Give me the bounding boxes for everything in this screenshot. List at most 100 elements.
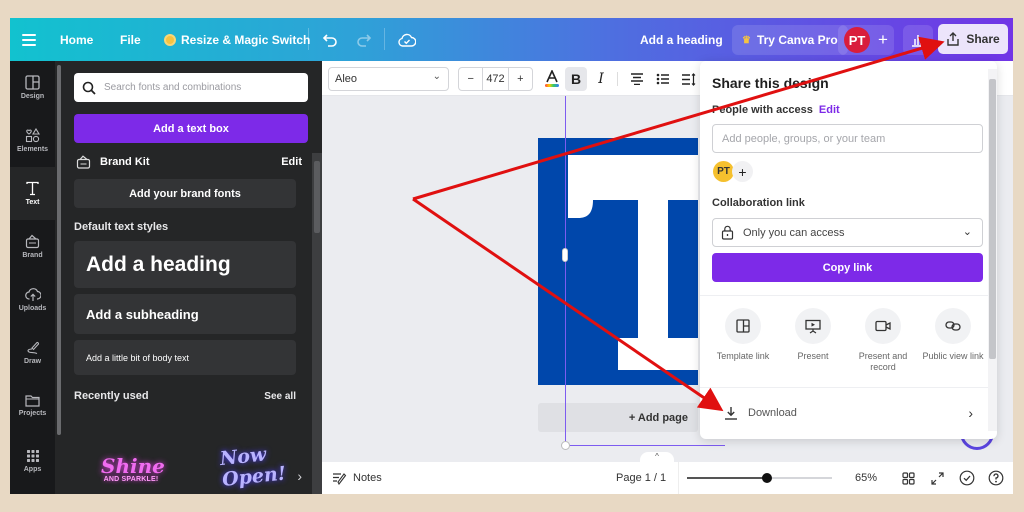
lock-icon	[721, 225, 734, 240]
fullscreen-icon[interactable]	[928, 469, 946, 487]
template-link-option[interactable]: Template link	[708, 308, 778, 362]
help-icon[interactable]	[987, 469, 1005, 487]
cloud-saved-icon[interactable]	[398, 18, 416, 61]
present-and-record-option[interactable]: Present and record	[848, 308, 918, 373]
add-heading-button[interactable]: Add a heading	[74, 241, 296, 288]
share-design-popover: Share this design People with access Edit…	[700, 61, 997, 439]
brand-icon	[25, 234, 40, 249]
align-center-icon[interactable]	[626, 67, 648, 91]
design-page[interactable]	[538, 138, 698, 385]
line-spacing-icon[interactable]	[677, 67, 699, 91]
font-family-value: Aleo	[335, 73, 358, 85]
page-indicator[interactable]: Page 1 / 1	[616, 462, 666, 494]
zoom-slider[interactable]	[687, 473, 832, 483]
insights-icon[interactable]	[903, 25, 933, 55]
add-collaborator-icon[interactable]: +	[878, 30, 888, 50]
font-size-input[interactable]: 472	[482, 68, 509, 90]
recent-font-shine[interactable]: Shine AND SPARKLE!	[101, 456, 165, 483]
copy-link-button[interactable]: Copy link	[712, 253, 983, 282]
resize-button[interactable]: Resize & Magic Switch	[164, 18, 310, 61]
file-menu-button[interactable]: File	[120, 18, 141, 61]
user-avatar[interactable]: PT	[844, 27, 870, 53]
rail-item-projects[interactable]: Projects	[10, 379, 55, 432]
rail-item-uploads[interactable]: Uploads	[10, 273, 55, 326]
search-icon	[82, 81, 96, 95]
divider	[700, 295, 997, 296]
edit-access-link[interactable]: Edit	[819, 104, 840, 116]
rail-item-draw[interactable]: Draw	[10, 326, 55, 379]
resize-handle[interactable]	[562, 248, 568, 262]
link-access-value: Only you can access	[743, 226, 845, 239]
italic-button[interactable]: I	[590, 67, 612, 91]
add-text-box-button[interactable]: Add a text box	[74, 114, 308, 143]
font-search-input[interactable]	[104, 82, 294, 93]
rail-label: Text	[25, 199, 40, 206]
try-pro-label: Try Canva Pro	[756, 33, 838, 47]
zoom-level[interactable]: 65%	[855, 462, 877, 494]
rail-item-brand[interactable]: Brand	[10, 220, 55, 273]
see-all-link[interactable]: See all	[264, 391, 296, 402]
font-family-select[interactable]: Aleo ⌄	[328, 67, 449, 91]
undo-icon[interactable]	[322, 18, 338, 61]
download-button[interactable]: Download ›	[712, 397, 983, 429]
font-search-field[interactable]	[74, 73, 308, 102]
owner-avatar[interactable]: PT	[713, 161, 734, 182]
rail-item-apps[interactable]: Apps	[10, 434, 55, 487]
decrease-font-size-button[interactable]: −	[459, 73, 482, 85]
download-icon	[725, 407, 737, 420]
menu-icon[interactable]	[22, 18, 36, 61]
brand-kit-edit-link[interactable]: Edit	[281, 156, 302, 168]
recent-font-now-open[interactable]: Now Open!	[219, 443, 287, 491]
add-brand-fonts-button[interactable]: Add your brand fonts	[74, 179, 296, 208]
bold-button[interactable]: B	[565, 67, 587, 91]
folder-icon	[25, 395, 40, 407]
selection-border	[565, 96, 566, 445]
rail-label: Uploads	[18, 305, 47, 312]
share-panel-scrollbar[interactable]	[988, 69, 997, 431]
canva-editor-window: Home File Resize & Magic Switch Add a he…	[10, 18, 1013, 494]
add-body-text-button[interactable]: Add a little bit of body text	[74, 340, 296, 375]
add-people-input[interactable]	[712, 124, 983, 153]
crown-icon	[164, 33, 176, 46]
share-button[interactable]: Share	[938, 24, 1008, 54]
rail-item-text[interactable]: Text	[10, 167, 55, 220]
present-option[interactable]: Present	[778, 308, 848, 362]
chevron-right-icon: ›	[968, 405, 973, 421]
public-view-link-option[interactable]: Public view link	[918, 308, 988, 362]
link-access-select[interactable]: Only you can access ⌄	[712, 218, 983, 247]
redo-icon[interactable]	[356, 18, 372, 61]
corner-handle[interactable]	[561, 441, 570, 450]
collaboration-link-label: Collaboration link	[712, 197, 805, 209]
rail-item-elements[interactable]: Elements	[10, 114, 55, 167]
font-size-stepper: − 472 +	[458, 67, 533, 91]
notes-icon	[333, 472, 347, 485]
panel-left-scrollbar[interactable]	[57, 65, 61, 435]
divider	[617, 72, 618, 86]
show-pages-button[interactable]: ^	[640, 452, 674, 462]
top-bar: Home File Resize & Magic Switch Add a he…	[10, 18, 1013, 61]
default-styles-label: Default text styles	[74, 221, 169, 233]
try-canva-pro-button[interactable]: ♛ Try Canva Pro	[732, 25, 848, 55]
text-panel: Add a text box Brand Kit Edit Add your b…	[55, 61, 322, 494]
home-button[interactable]: Home	[60, 18, 93, 61]
chevron-right-icon[interactable]: ›	[297, 468, 302, 484]
increase-font-size-button[interactable]: +	[509, 73, 532, 85]
list-icon[interactable]	[652, 67, 674, 91]
panel-right-scrollbar[interactable]	[312, 153, 322, 494]
rail-label: Elements	[16, 146, 49, 153]
zoom-slider-fill	[687, 477, 767, 479]
divider	[384, 28, 385, 50]
resize-label: Resize & Magic Switch	[181, 32, 311, 47]
download-label: Download	[748, 407, 797, 419]
rail-item-design[interactable]: Design	[10, 61, 55, 114]
add-person-icon[interactable]: +	[732, 161, 753, 182]
add-subheading-button[interactable]: Add a subheading	[74, 294, 296, 334]
add-page-button[interactable]: + Add page	[538, 403, 698, 432]
zoom-slider-knob[interactable]	[761, 473, 772, 483]
left-rail: Design Elements Text Brand Uploads Draw …	[10, 61, 55, 494]
check-circle-icon[interactable]	[958, 469, 976, 487]
document-title[interactable]: Add a heading	[640, 18, 723, 61]
notes-button[interactable]: Notes	[332, 462, 382, 494]
text-color-icon[interactable]	[541, 67, 563, 91]
grid-view-icon[interactable]	[899, 469, 917, 487]
